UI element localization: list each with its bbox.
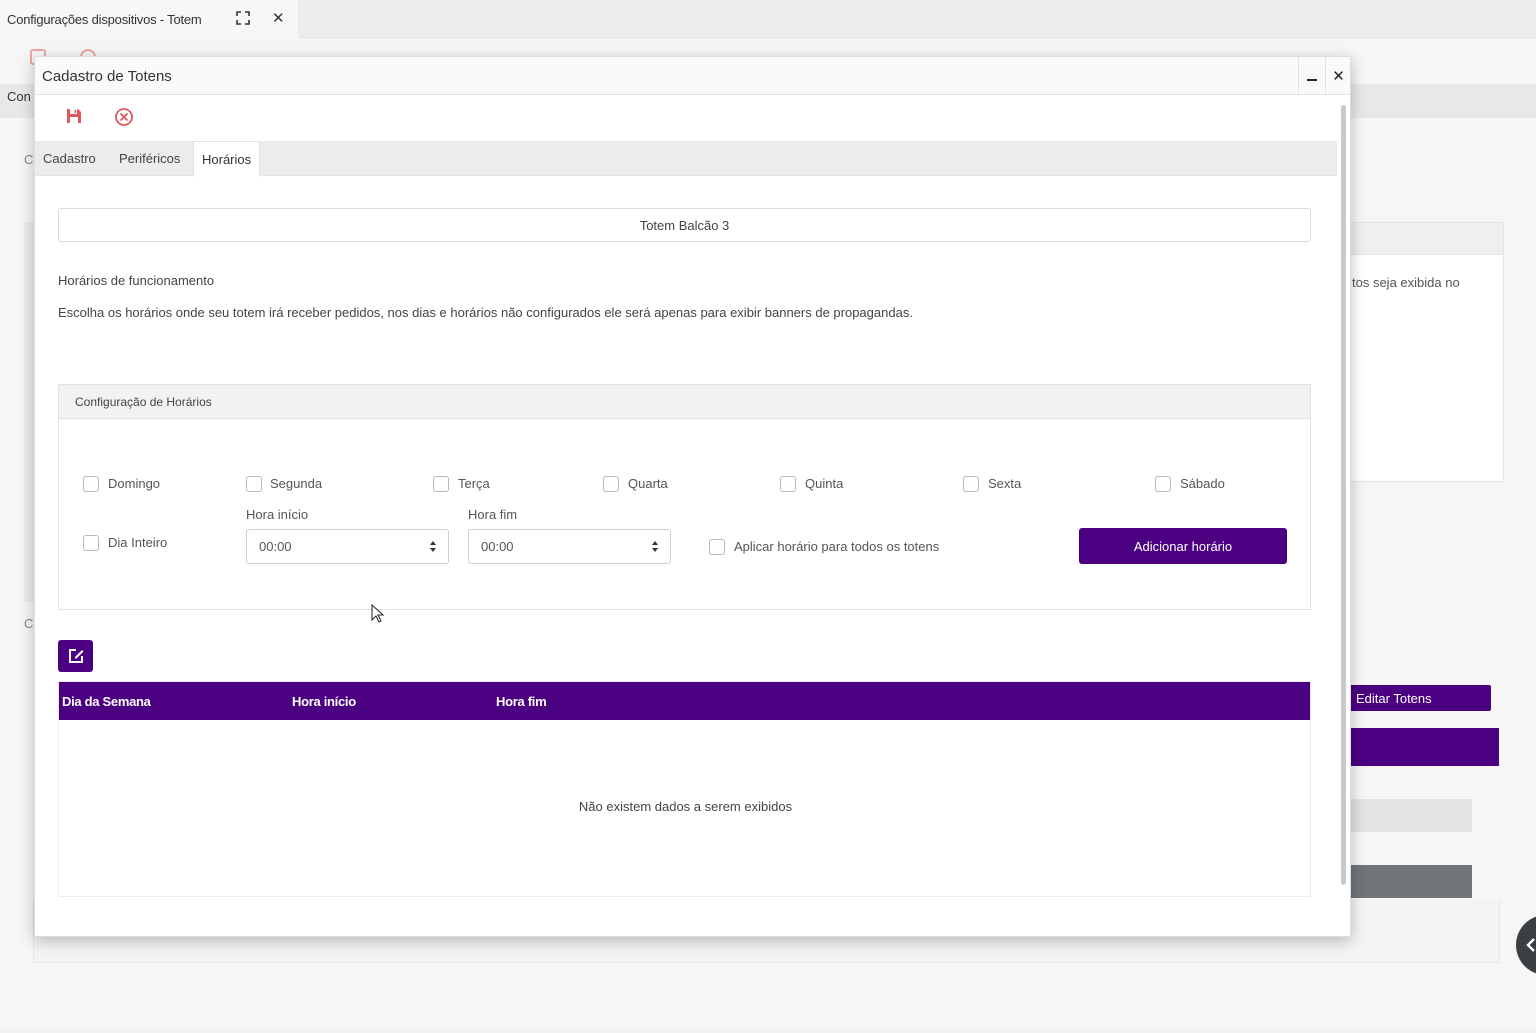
modal-header: Cadastro de Totens ✕ [35,57,1350,95]
save-button[interactable] [65,107,85,127]
app-tab-title: Configurações dispositivos - Totem [7,11,202,27]
tab-cadastro[interactable]: Cadastro [35,141,104,176]
tab-perifericos[interactable]: Periféricos [111,141,188,176]
label-quinta: Quinta [805,476,844,491]
modal-scrollbar[interactable] [1341,105,1346,885]
checkbox-quinta[interactable] [780,476,796,492]
modal-tabs: Cadastro Periféricos Horários [35,141,1337,177]
table-empty-message: Não existem dados a serem exibidos [578,799,793,814]
schedule-table: Dia da Semana Hora início Hora fim Não e… [58,681,1311,897]
checkbox-sabado[interactable] [1155,476,1171,492]
end-time-value: 00:00 [481,539,514,554]
section-title: Horários de funcionamento [58,273,215,288]
select-arrows-icon [652,541,658,552]
chevron-left-icon [1526,938,1535,952]
modal-close-button[interactable]: ✕ [1325,57,1351,95]
start-time-select[interactable]: 00:00 [246,529,449,564]
column-header-dia-semana[interactable]: Dia da Semana [62,694,151,709]
add-schedule-button[interactable]: Adicionar horário [1079,528,1287,564]
select-arrows-icon [430,541,436,552]
section-description: Escolha os horários onde seu totem irá r… [58,305,913,320]
cadastro-totens-modal: Cadastro de Totens ✕ Cadastro Periférico… [34,56,1351,937]
label-terca: Terça [458,476,490,491]
start-time-value: 00:00 [259,539,292,554]
checkbox-terca[interactable] [433,476,449,492]
background-dark-block [1340,865,1472,898]
app-tab-close-icon[interactable]: ✕ [272,9,285,27]
label-segunda: Segunda [270,476,323,491]
start-time-label: Hora início [246,507,309,522]
label-apply-all-totens: Aplicar horário para todos os totens [734,539,940,554]
expand-icon[interactable] [236,11,250,25]
table-header: Dia da Semana Hora início Hora fim [59,682,1310,720]
minimize-button[interactable] [1298,57,1324,95]
save-icon [67,109,81,123]
cancel-icon [115,108,133,126]
background-text-c2: C [24,616,34,631]
background-gray-block [1340,799,1472,832]
app-tab[interactable]: Configurações dispositivos - Totem ✕ [0,0,298,38]
config-panel: Configuração de Horários Domingo Segunda… [58,384,1311,610]
label-domingo: Domingo [108,476,161,491]
label-dia-inteiro: Dia Inteiro [108,535,168,550]
background-panel [1340,222,1504,482]
totem-name-field: Totem Balcão 3 [58,208,1311,242]
label-quarta: Quarta [628,476,668,491]
config-panel-heading: Configuração de Horários [59,385,1310,419]
label-sabado: Sábado [1180,476,1225,491]
cancel-button[interactable] [114,107,134,127]
mouse-cursor-icon [371,604,385,623]
background-text-c1: C [24,152,34,167]
checkbox-domingo[interactable] [83,476,99,492]
checkbox-dia-inteiro[interactable] [83,535,99,551]
background-label: Con [7,89,31,104]
checkbox-quarta[interactable] [603,476,619,492]
checkbox-apply-all-totens[interactable] [709,539,725,555]
label-sexta: Sexta [988,476,1022,491]
background-table-header [1340,728,1499,766]
checkbox-sexta[interactable] [963,476,979,492]
checkbox-segunda[interactable] [246,476,262,492]
edit-totens-button[interactable]: Editar Totens [1340,685,1491,711]
edit-icon [68,649,83,663]
end-time-select[interactable]: 00:00 [468,529,671,564]
modal-title: Cadastro de Totens [42,68,172,85]
end-time-label: Hora fim [468,507,518,522]
column-header-hora-fim[interactable]: Hora fim [496,694,547,709]
column-header-hora-inicio[interactable]: Hora início [292,694,356,709]
edit-schedule-button[interactable] [58,640,93,672]
tab-horarios[interactable]: Horários [193,141,261,177]
app-tab-bar: Configurações dispositivos - Totem ✕ [0,0,1536,38]
background-panel-text: tos seja exibida no [1352,275,1460,290]
